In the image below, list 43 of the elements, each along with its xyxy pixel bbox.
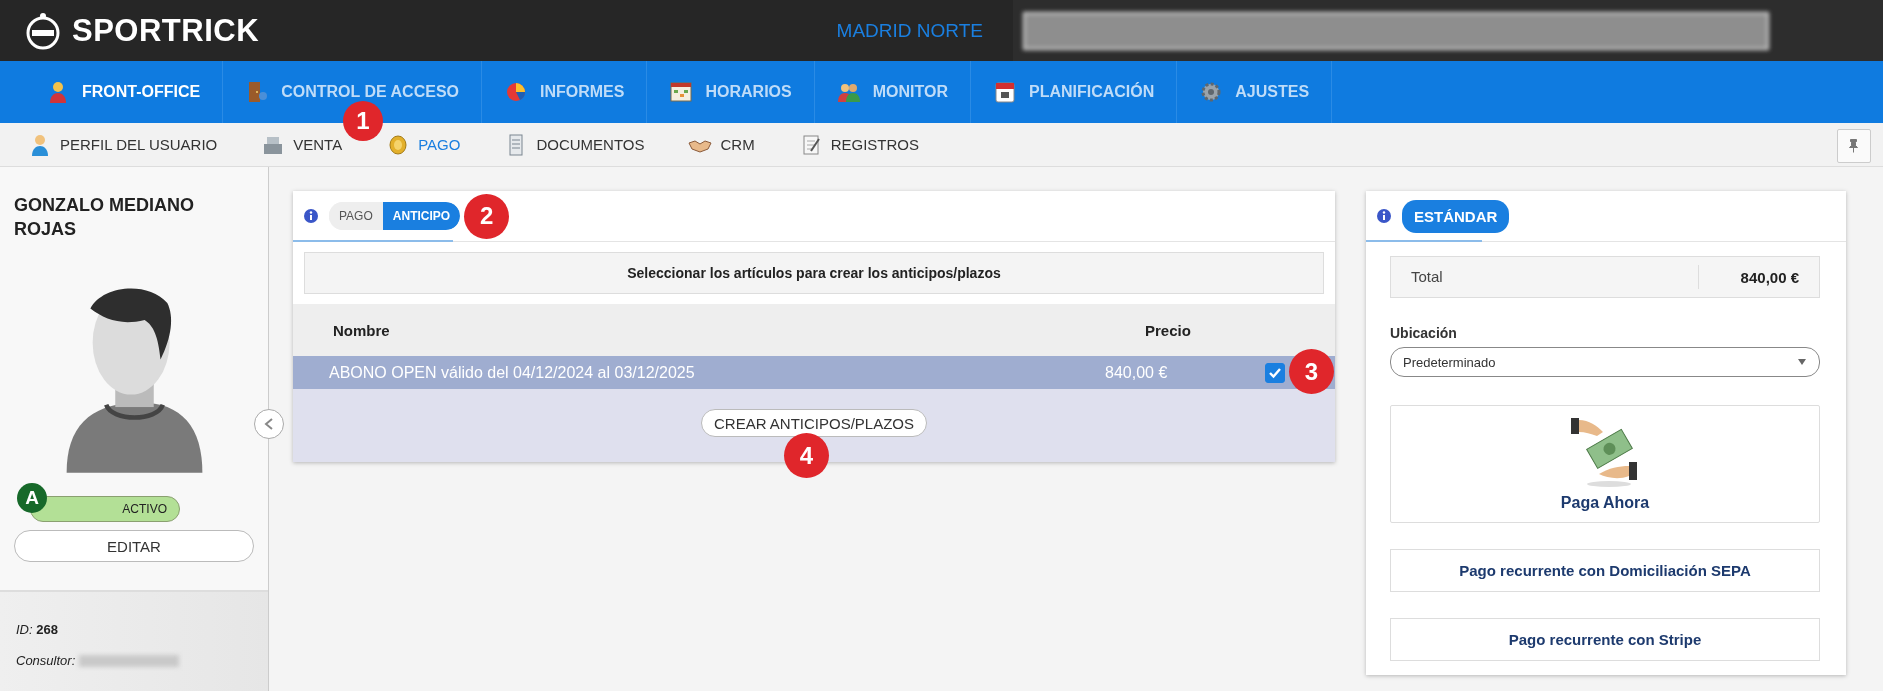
- status-label: ACTIVO: [122, 502, 167, 516]
- item-price: 840,00 €: [1105, 363, 1169, 382]
- mode-tab[interactable]: ESTÁNDAR: [1402, 199, 1510, 233]
- sub-nav-tab[interactable]: CRM: [688, 132, 755, 157]
- item-name: ABONO OPEN válido del 04/12/2024 al 03/12/2025: [329, 363, 696, 382]
- pie-chart-icon: [504, 80, 528, 104]
- row-checkbox[interactable]: [1265, 362, 1285, 383]
- sub-nav-tab[interactable]: PAGO: [386, 132, 461, 157]
- logo-text: SPORTRICK: [72, 12, 260, 49]
- edit-button[interactable]: EDITAR: [14, 530, 254, 562]
- id-text: ID: 268: [16, 622, 58, 637]
- column-header: Precio: [1145, 321, 1192, 339]
- sub-nav-tab[interactable]: DOCUMENTOS: [504, 132, 645, 157]
- sub-nav-tab[interactable]: PERFIL DEL USUARIO: [28, 132, 218, 157]
- consultant-label: Consultor:: [16, 653, 76, 668]
- dropdown-arrow-icon: [1797, 358, 1807, 366]
- payment-option-button[interactable]: Pago recurrente con Domiciliación SEPA: [1390, 549, 1820, 592]
- instruction-text: Seleccionar los artículos para crear los anticipos/plazos: [304, 252, 1324, 294]
- location-field-label: Ubicación: [1390, 325, 1458, 341]
- collapse-button[interactable]: [254, 409, 284, 439]
- total-amount: 840,00 €: [1739, 268, 1800, 286]
- create-installments-button[interactable]: CREAR ANTICIPOS/PLAZOS: [700, 409, 927, 437]
- location-label[interactable]: MADRID NORTE: [836, 19, 983, 42]
- info-icon[interactable]: [1376, 208, 1392, 224]
- location-dropdown[interactable]: Predeterminado: [1390, 347, 1820, 377]
- column-header: Nombre: [333, 321, 391, 339]
- user-name: GONZALO MEDIANO ROJAS: [13, 194, 195, 241]
- payment-option-button[interactable]: Pago recurrente con Stripe: [1390, 618, 1820, 661]
- total-label: Total: [1391, 265, 1699, 289]
- info-icon[interactable]: [303, 208, 319, 224]
- step-number-marker: 1: [343, 101, 383, 141]
- pin-icon: [1849, 139, 1859, 153]
- chevron-left-icon: [263, 417, 275, 431]
- sub-nav-tab[interactable]: REGISTROS: [798, 132, 919, 157]
- status-letter-badge: A: [17, 483, 47, 513]
- calendar-icon: [669, 80, 694, 104]
- sub-nav-tab[interactable]: VENTA: [261, 132, 343, 157]
- step-number-marker: 2: [464, 193, 510, 239]
- calendar-page-icon: [992, 80, 1017, 104]
- pay-now-button[interactable]: Paga Ahora: [1390, 405, 1820, 523]
- pin-button[interactable]: [1837, 129, 1871, 163]
- step-number-marker: 4: [784, 433, 829, 478]
- mode-tab[interactable]: ANTICIPO: [382, 202, 461, 230]
